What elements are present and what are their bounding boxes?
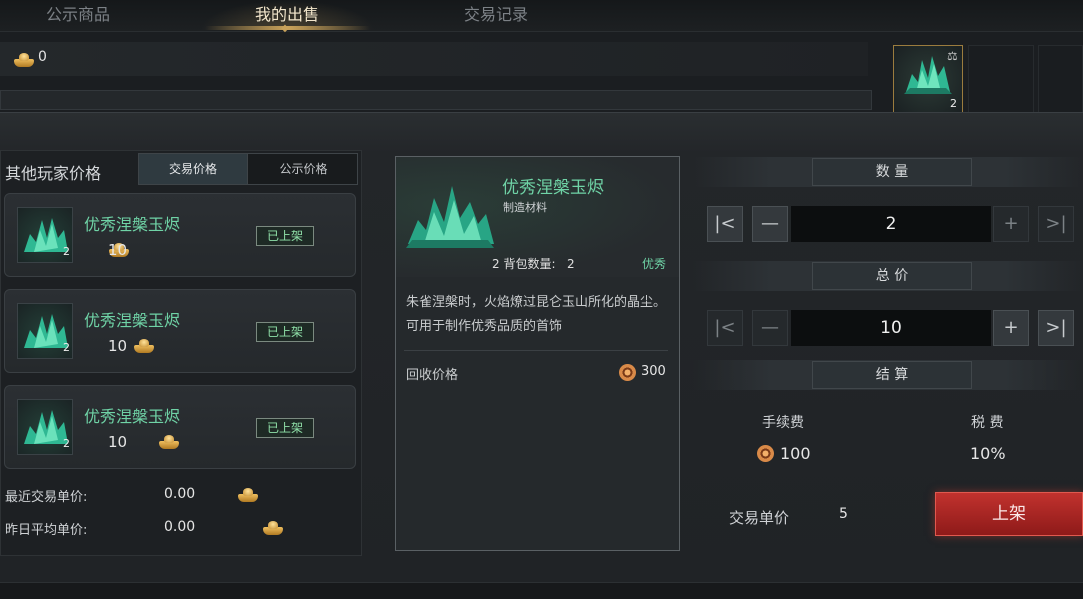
gold-ingot-icon: [14, 53, 34, 67]
list-for-sale-button[interactable]: 上架: [935, 492, 1083, 536]
tax-value: 10%: [970, 444, 1006, 463]
currency-bar: [0, 42, 868, 76]
total-plus-button[interactable]: +: [993, 310, 1029, 346]
recent-price-value: 0.00: [164, 486, 196, 502]
unit-price-label: 交易单价: [729, 509, 790, 527]
tab-trade-price[interactable]: 交易价格: [139, 154, 248, 184]
tax-label: 税 费: [971, 415, 1004, 431]
total-title: 总 价: [812, 262, 972, 290]
jade-crystal-icon: [406, 186, 494, 248]
listing-name: 优秀涅槃玉烬: [84, 311, 181, 330]
listing-count: 2: [63, 245, 70, 258]
sale-slots-bar: [0, 90, 872, 110]
tab-trade-records[interactable]: 交易记录: [426, 3, 566, 27]
bag-quantity: 2 背包数量: 2: [492, 255, 575, 272]
bottom-strip: [0, 582, 1083, 599]
total-max-button[interactable]: >|: [1038, 310, 1074, 346]
listed-status-badge: 已上架: [256, 418, 314, 438]
tab-public-price[interactable]: 公示价格: [249, 154, 358, 184]
currency-amount: 0: [38, 49, 47, 65]
divider: [404, 350, 668, 351]
item-description: 朱雀涅槃时，火焰燎过昆仑玉山所化的晶尘。可用于制作优秀品质的首饰: [406, 295, 667, 334]
empty-slot[interactable]: [968, 45, 1034, 113]
item-name: 优秀涅槃玉烬: [502, 178, 604, 198]
slot-count: 2: [950, 97, 957, 110]
quantity-input[interactable]: 2: [791, 206, 991, 242]
listing-count: 2: [63, 437, 70, 450]
quantity-title: 数 量: [812, 158, 972, 186]
item-type: 制造材料: [503, 201, 547, 214]
recycle-price-value: 300: [641, 364, 666, 379]
quantity-minus-button[interactable]: —: [752, 206, 788, 242]
total-min-button[interactable]: |<: [707, 310, 743, 346]
listing-name: 优秀涅槃玉烬: [84, 215, 181, 234]
recycle-price-label: 回收价格: [406, 368, 459, 383]
tab-ornament-icon: ◆: [281, 23, 289, 34]
gold-ingot-icon: [134, 339, 155, 353]
copper-coin-icon: [757, 445, 774, 462]
item-quality: 优秀: [642, 257, 667, 271]
settlement-title: 结 算: [812, 361, 972, 389]
listing-price: 10: [108, 241, 128, 259]
other-players-price-title: 其他玩家价格: [5, 164, 102, 183]
listing-count: 2: [63, 341, 70, 354]
total-price-input[interactable]: 10: [791, 310, 991, 346]
quantity-min-button[interactable]: |<: [707, 206, 743, 242]
copper-coin-icon: [619, 364, 636, 381]
fee-value: 100: [780, 444, 811, 463]
listed-status-badge: 已上架: [256, 322, 314, 342]
gold-ingot-icon: [159, 435, 180, 449]
gold-ingot-icon: [238, 488, 259, 502]
bag-quantity-label: 2 背包数量:: [492, 257, 556, 271]
scale-icon: ⚖: [947, 49, 958, 63]
listing-price: 10: [108, 433, 128, 451]
recent-price-label: 最近交易单价:: [5, 490, 88, 505]
tab-public-goods[interactable]: 公示商品: [8, 3, 148, 27]
quantity-max-button[interactable]: >|: [1038, 206, 1074, 242]
quantity-plus-button[interactable]: +: [993, 206, 1029, 242]
total-minus-button[interactable]: —: [752, 310, 788, 346]
gold-ingot-icon: [263, 521, 284, 535]
yesterday-avg-label: 昨日平均单价:: [5, 523, 88, 538]
listing-name: 优秀涅槃玉烬: [84, 407, 181, 426]
bag-quantity-value: 2: [566, 257, 575, 271]
empty-slot[interactable]: [1038, 45, 1083, 113]
listed-status-badge: 已上架: [256, 226, 314, 246]
listing-price: 10: [108, 337, 128, 355]
unit-price-value: 5: [839, 506, 848, 522]
yesterday-avg-value: 0.00: [164, 519, 196, 535]
fee-label: 手续费: [762, 415, 804, 431]
